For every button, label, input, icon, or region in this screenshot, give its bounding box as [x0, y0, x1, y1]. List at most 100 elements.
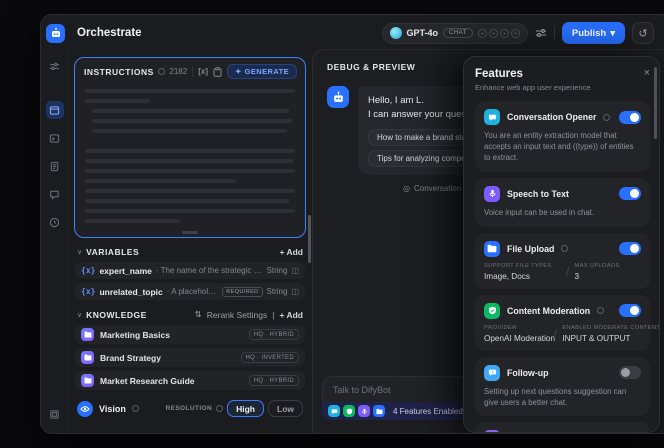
configuration-panel: INSTRUCTIONS 2182 [x] ✦GENERATE: [69, 51, 312, 433]
opener-target-icon: ◎: [403, 184, 410, 193]
capability-icon-1: [478, 29, 487, 38]
model-selector[interactable]: GPT-4o CHAT: [382, 23, 528, 44]
features-scrollbar[interactable]: [654, 67, 657, 139]
kv-divider: /: [548, 325, 562, 343]
knowledge-row[interactable]: Marketing Basics HQ · HYBRID: [75, 325, 305, 344]
toggle-file-upload[interactable]: [619, 242, 641, 255]
model-mode-badge: CHAT: [443, 28, 473, 38]
sidebar-item-logs[interactable]: [46, 157, 64, 175]
toggle-conversation-opener[interactable]: [619, 111, 641, 124]
add-knowledge-button[interactable]: + Add: [279, 310, 303, 320]
rerank-settings-button[interactable]: Rerank Settings: [207, 310, 267, 320]
follow-up-chat-icon: [484, 365, 500, 381]
capability-icon-2: [489, 29, 498, 38]
generate-button[interactable]: ✦GENERATE: [227, 64, 297, 79]
dataset-folder-icon: [81, 328, 94, 341]
sidebar-item-monitoring[interactable]: [46, 213, 64, 231]
help-icon[interactable]: [597, 307, 604, 314]
vision-section: Vision RESOLUTION High Low: [77, 400, 303, 417]
left-icon-sidebar: [41, 51, 69, 433]
sidebar-item-layout[interactable]: [46, 405, 64, 423]
sparkle-icon: ✦: [235, 67, 242, 76]
features-enabled-label: 4 Features Enabled: [393, 407, 463, 416]
chevron-down-icon[interactable]: ∨: [77, 311, 82, 319]
app-logo-robot-icon: [46, 24, 65, 43]
field-type-icon[interactable]: ◫: [291, 287, 299, 296]
content-moderation-mini-icon: [343, 405, 355, 417]
feature-card-file-upload: File Upload SUPPORT FILE TYPES Image, Do…: [475, 233, 650, 289]
dataset-folder-icon: [81, 374, 94, 387]
model-capability-icons: [478, 29, 520, 38]
rerank-icon: ⇅: [195, 309, 202, 320]
feature-card-conversation-opener: Conversation Opener You are an entity ex…: [475, 101, 650, 172]
chevron-down-icon[interactable]: ∨: [77, 248, 82, 256]
app-window: Orchestrate GPT-4o CHAT: [40, 14, 664, 434]
model-name: GPT-4o: [407, 28, 439, 38]
close-icon[interactable]: ×: [644, 68, 650, 78]
vision-eye-icon: [77, 401, 93, 417]
feature-card-speech-to-text: Speech to Text Voice input can be used i…: [475, 178, 650, 227]
history-icon: ↺: [638, 27, 647, 40]
topbar-divider: [554, 26, 555, 40]
publish-button[interactable]: Publish▾: [562, 22, 625, 44]
char-count: 2182: [169, 67, 187, 76]
tune-sliders-icon[interactable]: [46, 57, 64, 75]
screen: Orchestrate GPT-4o CHAT: [0, 0, 664, 448]
add-variable-button[interactable]: + Add: [279, 247, 303, 257]
model-provider-icon: [390, 27, 402, 39]
feature-card-follow-up: Follow-up Setting up next questions sugg…: [475, 357, 650, 417]
index-mode-badge: HQ · INVERTED: [241, 352, 299, 363]
help-icon[interactable]: [603, 114, 610, 121]
help-icon[interactable]: [132, 405, 139, 412]
feature-card-content-moderation: Content Moderation PROVIDER OpenAI Moder…: [475, 295, 650, 351]
conversation-opener-mini-icon: [328, 405, 340, 417]
help-icon[interactable]: [561, 245, 568, 252]
page-title: Orchestrate: [77, 27, 142, 39]
feature-card-text-to-speech: Te Text to Speech Conversation messages …: [475, 422, 650, 433]
features-panel-title: Features: [475, 68, 523, 80]
shield-check-icon: [484, 303, 500, 319]
conversation-opener-icon: [484, 109, 500, 125]
instructions-title: INSTRUCTIONS: [84, 67, 154, 77]
file-upload-mini-icon: [373, 405, 385, 417]
dataset-folder-icon: [81, 351, 94, 364]
sidebar-item-terminal[interactable]: [46, 129, 64, 147]
index-mode-badge: HQ · HYBRID: [249, 375, 299, 386]
field-type-icon[interactable]: ◫: [291, 266, 299, 275]
capability-icon-3: [500, 29, 509, 38]
instructions-text-skeleton: [75, 81, 305, 223]
resolution-high-button[interactable]: High: [227, 400, 264, 417]
sidebar-item-orchestrate[interactable]: [46, 101, 64, 119]
toggle-content-moderation[interactable]: [619, 304, 641, 317]
variable-row[interactable]: {x} expert_name · The name of the strate…: [75, 262, 305, 279]
capability-icon-4: [511, 29, 520, 38]
variable-brackets-icon[interactable]: [x]: [198, 67, 208, 76]
resolution-low-button[interactable]: Low: [268, 400, 303, 417]
variable-row[interactable]: {x} unrelated_topic · A placeholder for …: [75, 283, 305, 300]
folder-icon: [484, 241, 500, 257]
variable-icon: {x}: [81, 287, 95, 296]
features-panel-subtitle: Enhance web app user experience: [475, 83, 650, 92]
toggle-follow-up[interactable]: [619, 366, 641, 379]
knowledge-row[interactable]: Brand Strategy HQ · INVERTED: [75, 348, 305, 367]
features-panel: Features × Enhance web app user experien…: [463, 56, 660, 433]
model-settings-sliders-icon[interactable]: [535, 27, 547, 39]
toggle-text-to-speech[interactable]: [619, 432, 641, 433]
required-badge: REQUIRED: [222, 287, 262, 297]
toggle-speech-to-text[interactable]: [619, 187, 641, 200]
top-bar: Orchestrate GPT-4o CHAT: [41, 15, 664, 51]
bot-avatar-robot-icon: [327, 86, 349, 108]
knowledge-section-header: ∨ KNOWLEDGE ⇅ Rerank Settings | + Add: [77, 309, 303, 320]
help-icon[interactable]: [216, 405, 223, 412]
history-button[interactable]: ↺: [632, 22, 654, 44]
knowledge-row[interactable]: Market Research Guide HQ · HYBRID: [75, 371, 305, 390]
resize-handle[interactable]: [182, 231, 198, 234]
config-scrollbar[interactable]: [308, 215, 311, 263]
kv-divider: /: [560, 263, 574, 281]
sidebar-item-annotation[interactable]: [46, 185, 64, 203]
variables-section-header: ∨ VARIABLES + Add: [77, 247, 303, 257]
instructions-panel[interactable]: INSTRUCTIONS 2182 [x] ✦GENERATE: [74, 57, 306, 238]
clipboard-icon[interactable]: [213, 67, 222, 77]
variable-icon: {x}: [81, 266, 95, 275]
help-icon[interactable]: [158, 68, 165, 75]
